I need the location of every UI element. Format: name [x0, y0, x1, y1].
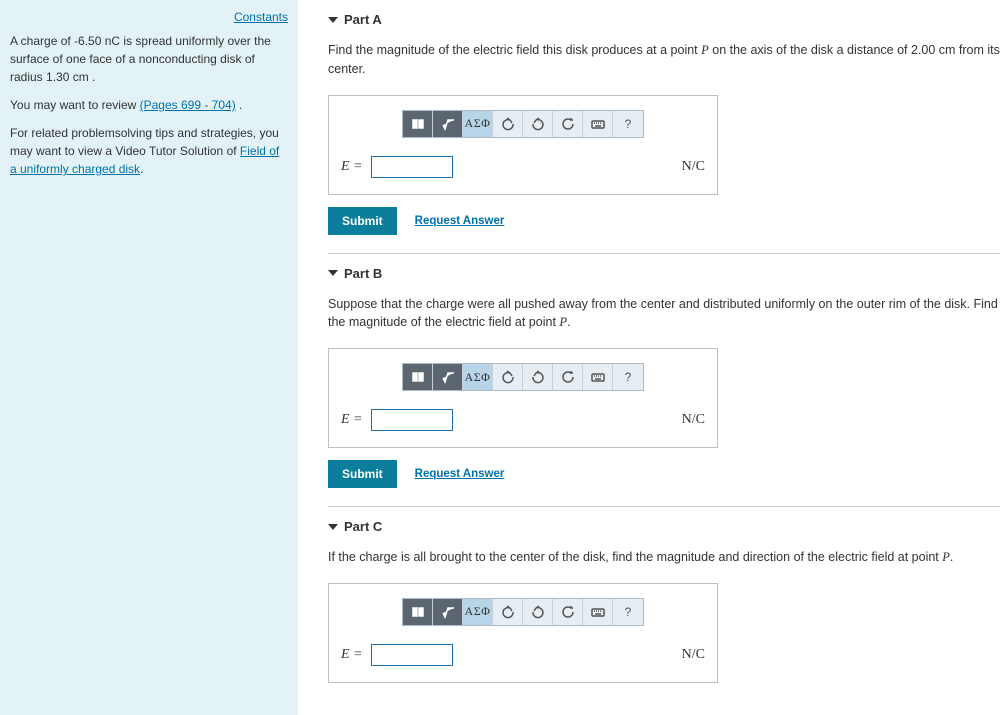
- redo-icon[interactable]: [523, 364, 553, 390]
- variable-label: E =: [341, 412, 363, 428]
- variable-label: E =: [341, 647, 363, 663]
- template-icon[interactable]: [403, 599, 433, 625]
- part-c-header[interactable]: Part C: [328, 517, 1000, 544]
- undo-icon[interactable]: [493, 599, 523, 625]
- chevron-down-icon: [328, 524, 338, 530]
- constants-link[interactable]: Constants: [234, 10, 288, 24]
- part-c-answer-input[interactable]: [371, 644, 453, 666]
- reset-icon[interactable]: [553, 599, 583, 625]
- part-b-title: Part B: [344, 266, 382, 281]
- greek-letters-button[interactable]: ΑΣΦ: [463, 111, 493, 137]
- part-c-title: Part C: [344, 519, 382, 534]
- unit-label: N/C: [682, 412, 705, 428]
- chevron-down-icon: [328, 270, 338, 276]
- keyboard-icon[interactable]: [583, 364, 613, 390]
- part-a-prompt: Find the magnitude of the electric field…: [328, 41, 1000, 79]
- part-a-answer-input[interactable]: [371, 156, 453, 178]
- radical-icon[interactable]: [433, 111, 463, 137]
- part-a-answer-box: ΑΣΦ ? E = N/C: [328, 95, 718, 195]
- equation-toolbar: ΑΣΦ ?: [402, 110, 644, 138]
- tips-line: For related problemsolving tips and stra…: [10, 124, 288, 178]
- part-c-answer-box: ΑΣΦ ? E = N/C: [328, 583, 718, 683]
- keyboard-icon[interactable]: [583, 111, 613, 137]
- request-answer-link[interactable]: Request Answer: [415, 468, 505, 480]
- equation-toolbar: ΑΣΦ ?: [402, 598, 644, 626]
- redo-icon[interactable]: [523, 599, 553, 625]
- unit-label: N/C: [682, 647, 705, 663]
- greek-letters-button[interactable]: ΑΣΦ: [463, 364, 493, 390]
- chevron-down-icon: [328, 17, 338, 23]
- unit-label: N/C: [682, 159, 705, 175]
- part-b-prompt: Suppose that the charge were all pushed …: [328, 295, 1000, 333]
- sidebar-problem: Constants A charge of -6.50 nC is spread…: [0, 0, 298, 715]
- greek-letters-button[interactable]: ΑΣΦ: [463, 599, 493, 625]
- submit-button[interactable]: Submit: [328, 207, 397, 235]
- reset-icon[interactable]: [553, 364, 583, 390]
- redo-icon[interactable]: [523, 111, 553, 137]
- variable-label: E =: [341, 159, 363, 175]
- part-b-answer-box: ΑΣΦ ? E = N/C: [328, 348, 718, 448]
- submit-button[interactable]: Submit: [328, 460, 397, 488]
- part-b-header[interactable]: Part B: [328, 264, 1000, 291]
- part-a-header[interactable]: Part A: [328, 10, 1000, 37]
- request-answer-link[interactable]: Request Answer: [415, 215, 505, 227]
- equation-toolbar: ΑΣΦ ?: [402, 363, 644, 391]
- help-icon[interactable]: ?: [613, 364, 643, 390]
- reset-icon[interactable]: [553, 111, 583, 137]
- template-icon[interactable]: [403, 364, 433, 390]
- radical-icon[interactable]: [433, 599, 463, 625]
- review-pages-link[interactable]: (Pages 699 - 704): [140, 98, 236, 112]
- main-content: Part A Find the magnitude of the electri…: [298, 0, 1008, 715]
- radical-icon[interactable]: [433, 364, 463, 390]
- review-line: You may want to review (Pages 699 - 704)…: [10, 96, 288, 114]
- template-icon[interactable]: [403, 111, 433, 137]
- help-icon[interactable]: ?: [613, 111, 643, 137]
- undo-icon[interactable]: [493, 111, 523, 137]
- part-c-prompt: If the charge is all brought to the cent…: [328, 548, 1000, 567]
- problem-statement: A charge of -6.50 nC is spread uniformly…: [10, 32, 288, 86]
- help-icon[interactable]: ?: [613, 599, 643, 625]
- part-b-answer-input[interactable]: [371, 409, 453, 431]
- keyboard-icon[interactable]: [583, 599, 613, 625]
- part-a-title: Part A: [344, 12, 382, 27]
- undo-icon[interactable]: [493, 364, 523, 390]
